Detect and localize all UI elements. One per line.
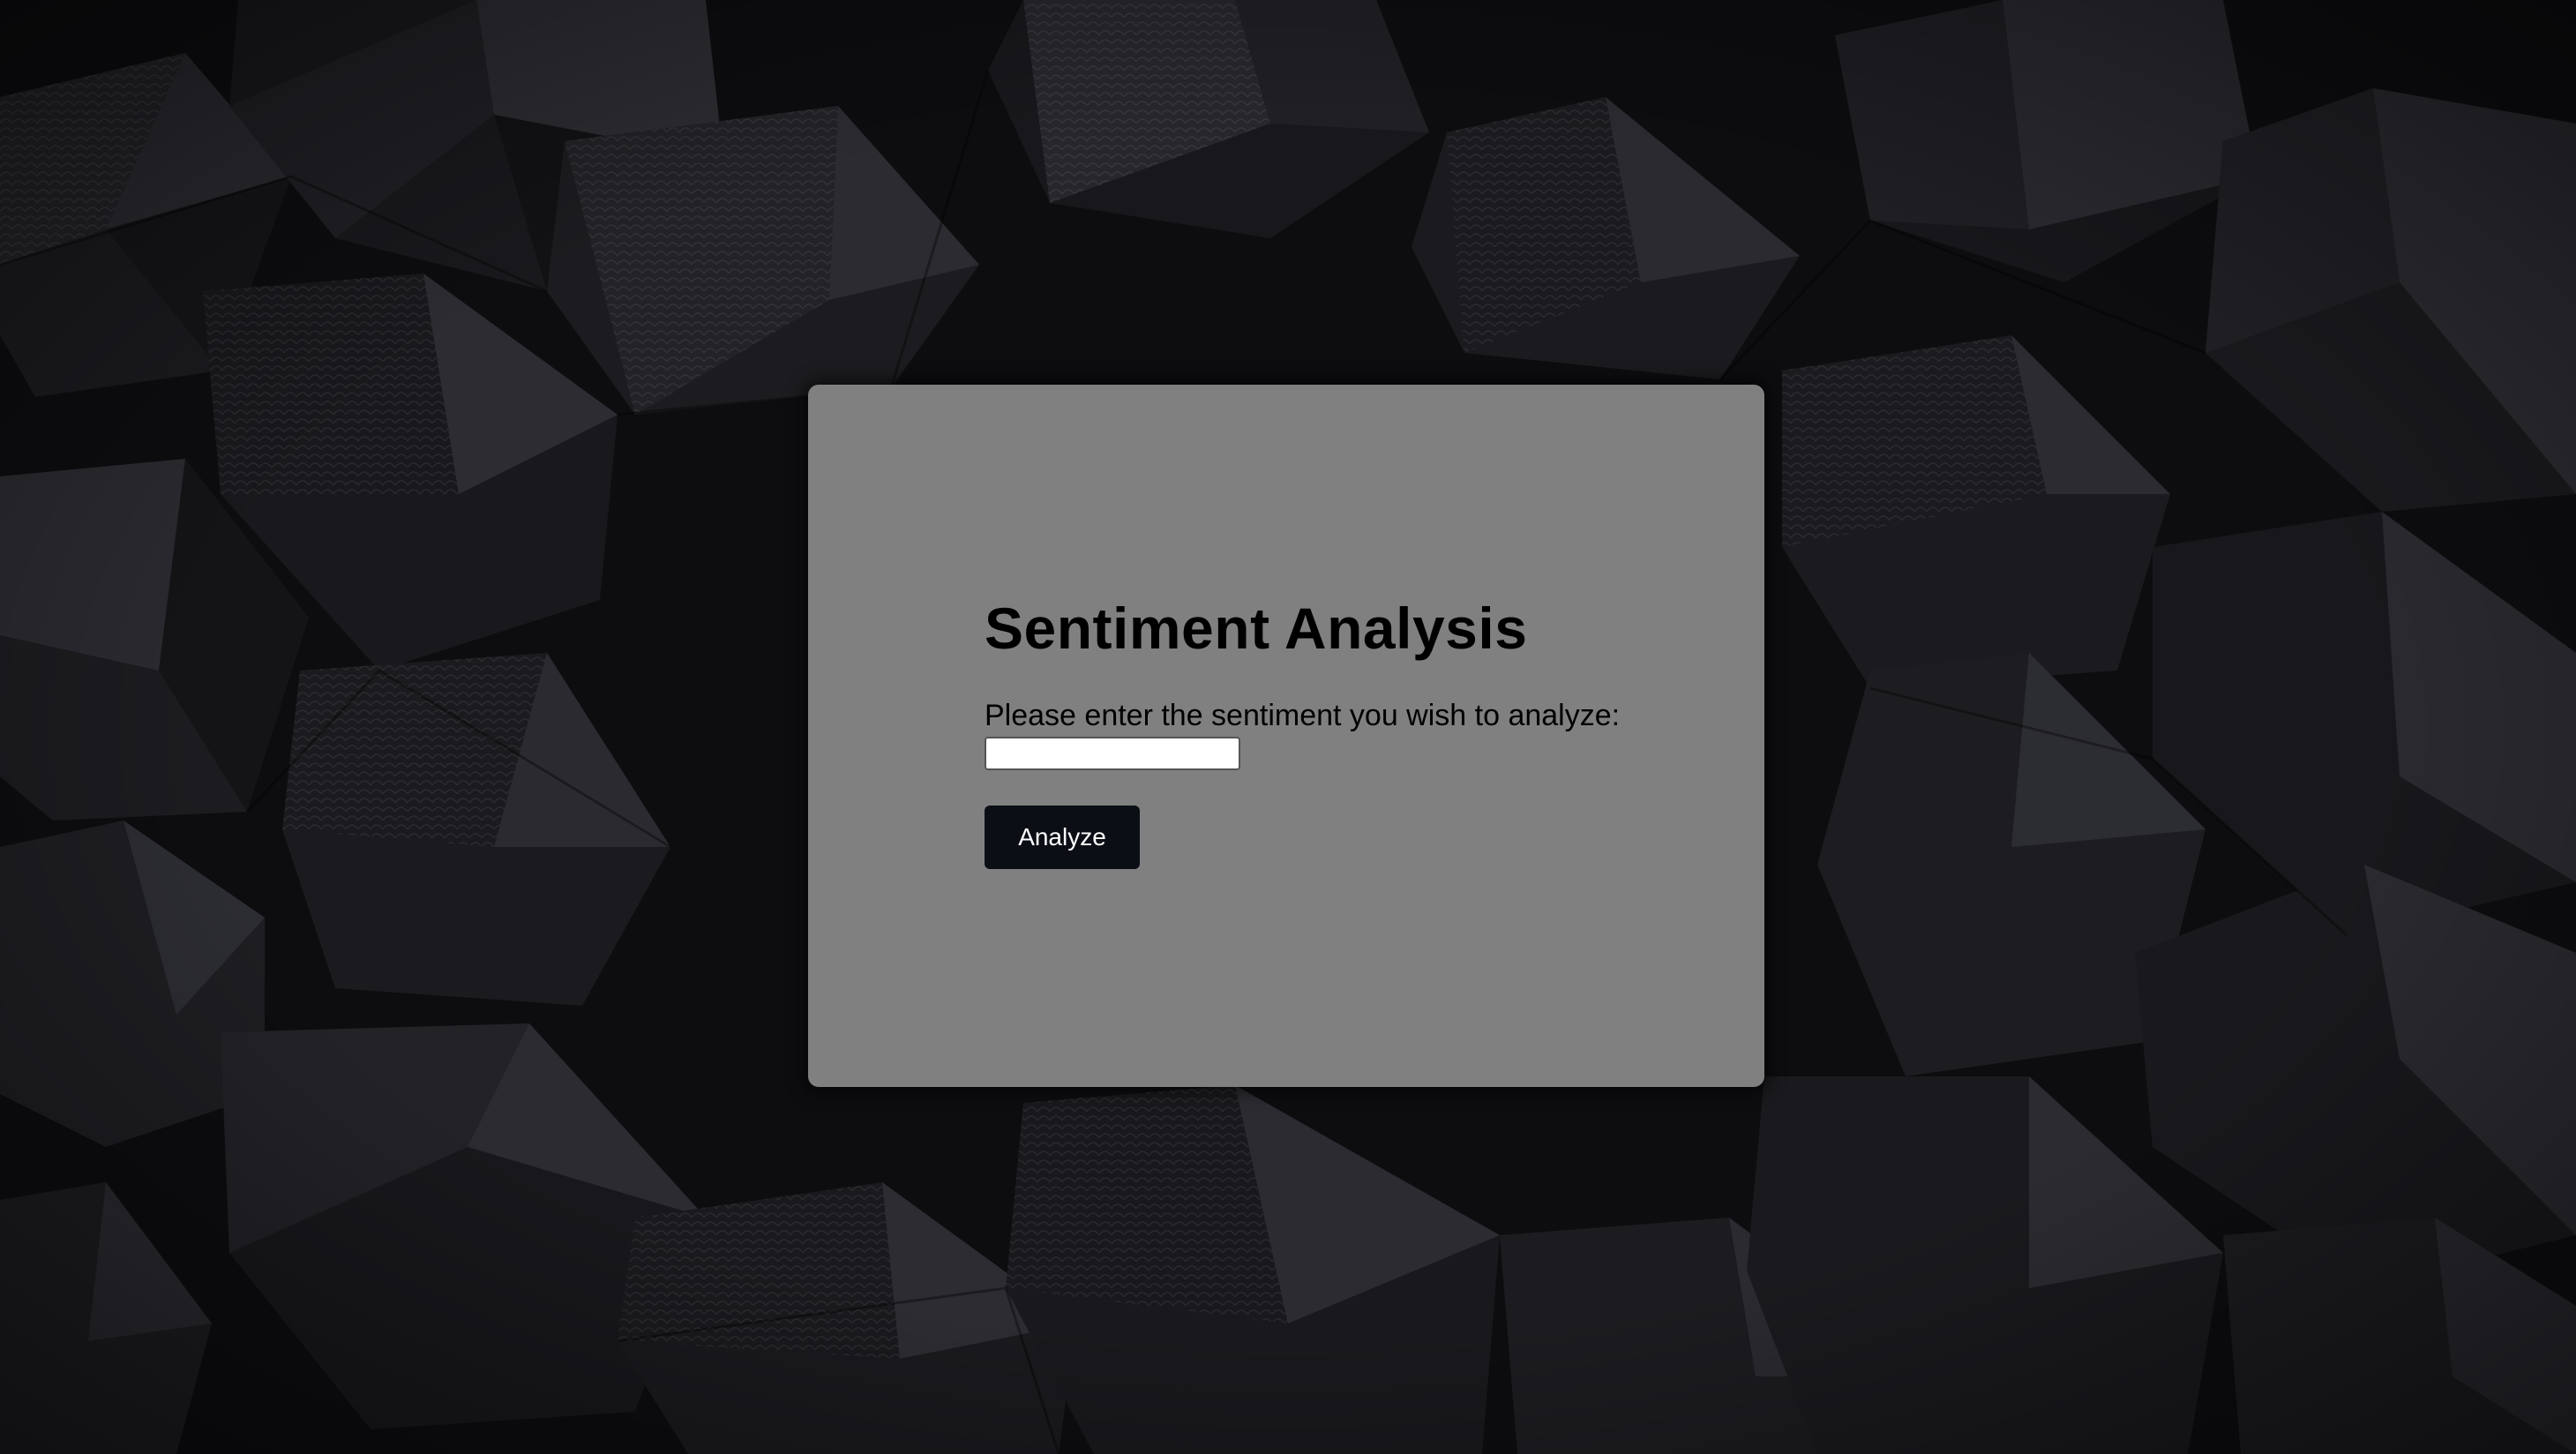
form-card: Sentiment Analysis Please enter the sent…	[808, 385, 1764, 1087]
sentiment-input[interactable]	[985, 737, 1240, 771]
analyze-button[interactable]: Analyze	[985, 806, 1140, 870]
sentiment-prompt-label: Please enter the sentiment you wish to a…	[985, 698, 1621, 732]
form-content: Sentiment Analysis Please enter the sent…	[985, 596, 1690, 870]
page: Sentiment Analysis Please enter the sent…	[0, 0, 2576, 1454]
page-title: Sentiment Analysis	[985, 596, 1528, 661]
